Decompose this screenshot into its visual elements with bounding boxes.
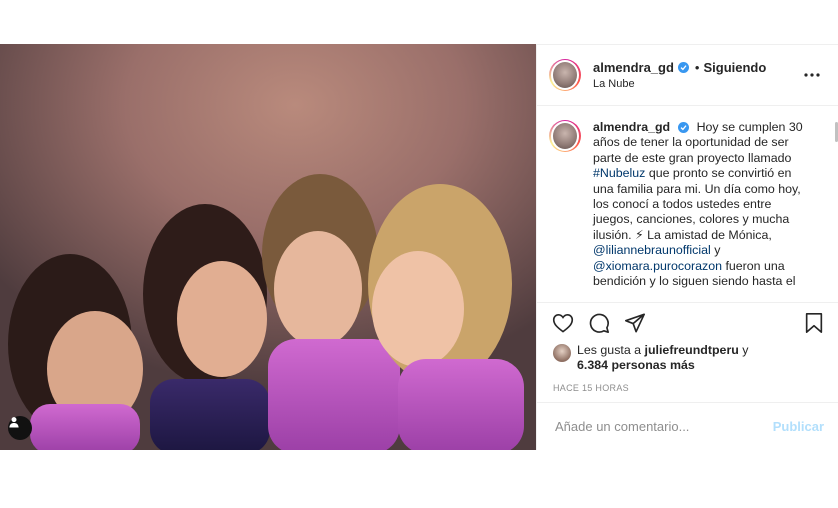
action-bar [537, 302, 838, 343]
instagram-post: almendra_gd • Siguiendo La Nube almendra… [0, 44, 838, 450]
heart-icon [552, 313, 574, 333]
post-header: almendra_gd • Siguiendo La Nube [537, 45, 838, 106]
caption-area: almendra_gd Hoy se cumplen 30 años de te… [537, 106, 838, 302]
caption-avatar[interactable] [549, 120, 581, 152]
likes-count[interactable]: 6.384 personas más [577, 358, 695, 372]
caption-username[interactable]: almendra_gd [593, 120, 670, 134]
post-photo-illustration [0, 44, 536, 450]
mention-link[interactable]: @xiomara.purocorazon [593, 259, 722, 273]
share-icon [625, 313, 645, 333]
post-timestamp[interactable]: HACE 15 HORAS [537, 373, 838, 393]
mention-link[interactable]: @liliannebraunofficial [593, 243, 711, 257]
comment-input[interactable] [553, 418, 773, 435]
likes-prefix: Les gusta a [577, 343, 642, 357]
comment-button[interactable] [587, 311, 611, 335]
likes-summary: Les gusta a juliefreundtperu y 6.384 per… [537, 343, 838, 373]
user-tag-icon [9, 417, 19, 428]
verified-badge-icon [677, 62, 689, 73]
following-button[interactable]: Siguiendo [703, 60, 766, 75]
post-photo[interactable] [0, 44, 536, 450]
location-link[interactable]: La Nube [593, 78, 800, 90]
separator-dot: • [694, 60, 700, 75]
bookmark-icon [805, 313, 823, 333]
header-username[interactable]: almendra_gd [593, 60, 674, 75]
more-options-button[interactable] [800, 63, 824, 87]
save-button[interactable] [802, 311, 826, 335]
caption-text-part: y [714, 243, 721, 258]
publish-button[interactable]: Publicar [773, 419, 824, 434]
tagged-users-button[interactable] [8, 416, 32, 440]
avatar[interactable] [549, 59, 581, 91]
likes-connector: y [742, 343, 749, 357]
hashtag-link[interactable]: #Nubeluz [593, 166, 645, 180]
verified-badge-icon [678, 122, 690, 133]
liker-username[interactable]: juliefreundtperu [645, 343, 739, 357]
like-button[interactable] [551, 311, 575, 335]
caption-text: almendra_gd Hoy se cumplen 30 años de te… [593, 120, 811, 302]
more-horizontal-icon [804, 73, 820, 77]
comment-form: Publicar [537, 402, 838, 450]
share-button[interactable] [623, 311, 647, 335]
post-sidebar: almendra_gd • Siguiendo La Nube almendra… [536, 44, 838, 450]
liker-avatar[interactable] [553, 344, 571, 362]
comment-icon [589, 313, 609, 333]
